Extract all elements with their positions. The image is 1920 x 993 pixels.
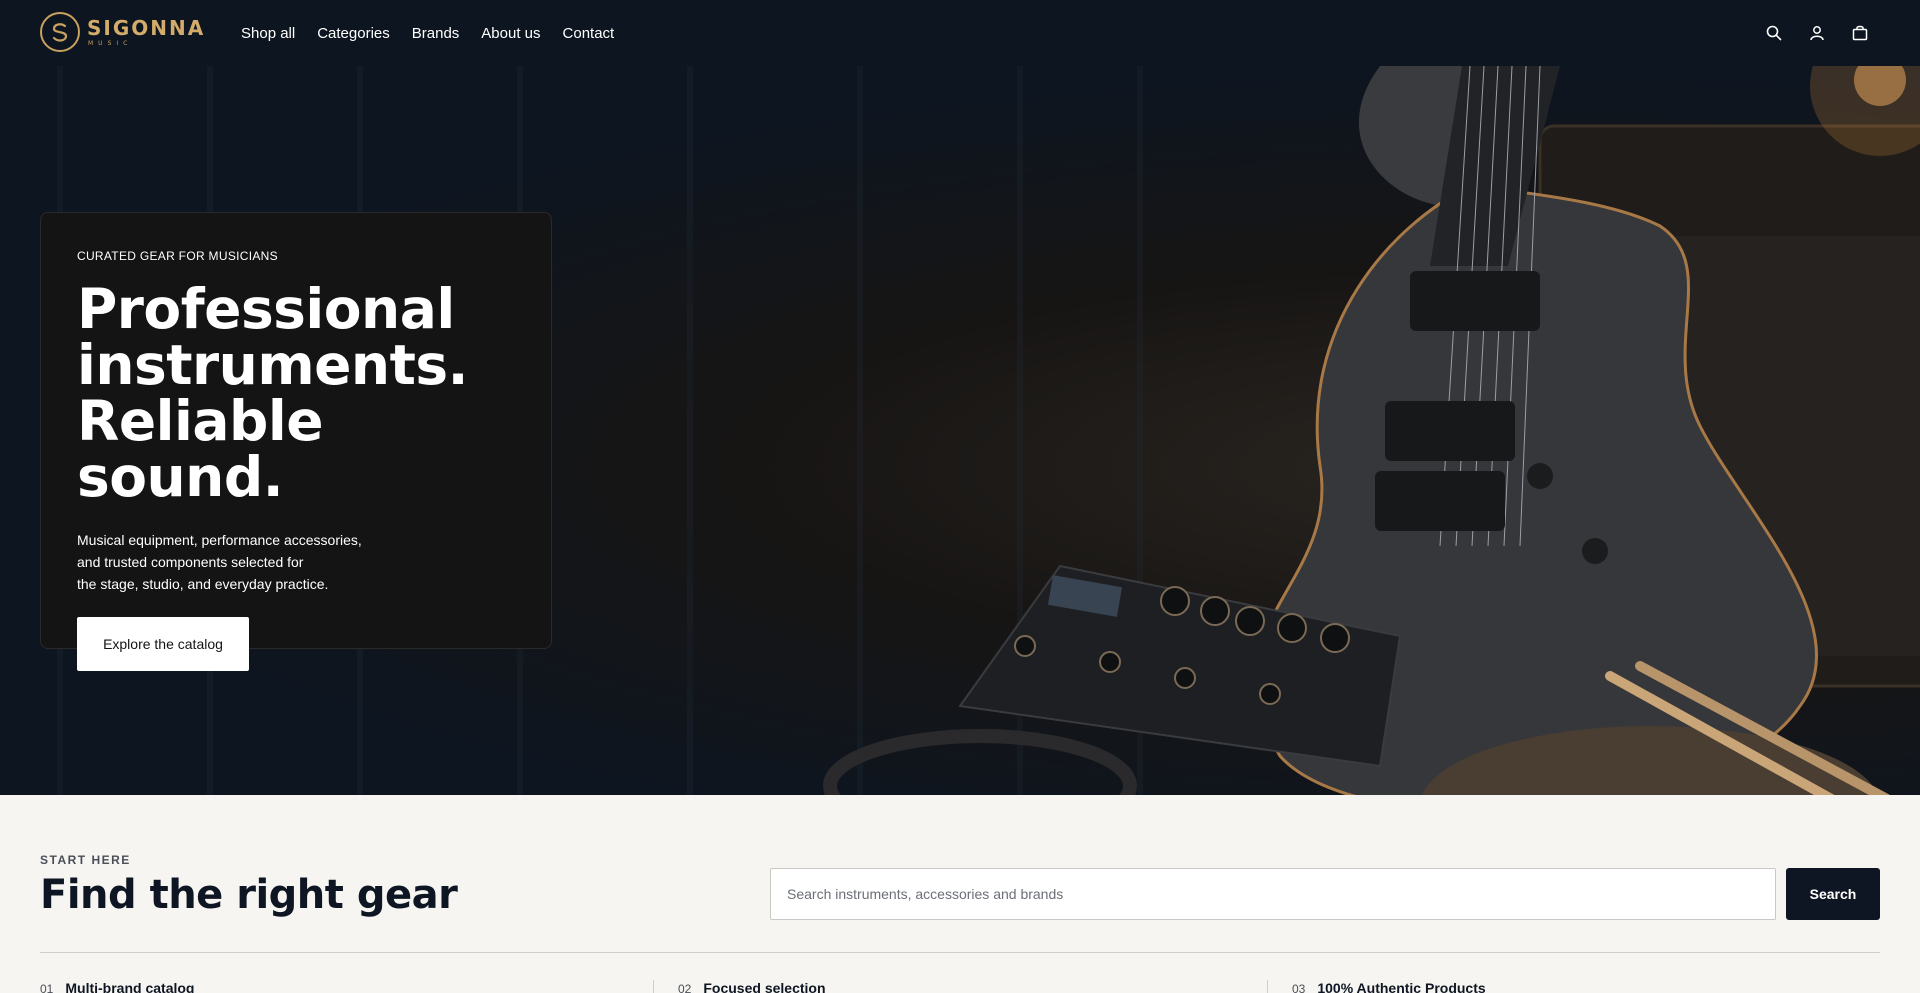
feature-item: 01 Multi-brand catalog bbox=[40, 980, 194, 993]
logo-mark-icon bbox=[40, 12, 80, 52]
nav-categories[interactable]: Categories bbox=[317, 25, 390, 42]
explore-catalog-button[interactable]: Explore the catalog bbox=[77, 617, 249, 671]
search-input[interactable] bbox=[770, 868, 1776, 920]
start-title: Find the right gear bbox=[40, 872, 458, 918]
brand-sub: MUSIC bbox=[88, 39, 133, 47]
account-icon[interactable] bbox=[1807, 23, 1827, 43]
hero-kicker: CURATED GEAR FOR MUSICIANS bbox=[77, 249, 278, 263]
hero-title-line1: Professional bbox=[77, 277, 455, 341]
start-kicker: START HERE bbox=[40, 853, 131, 867]
feature-item: 02 Focused selection bbox=[678, 980, 826, 993]
search-button[interactable]: Search bbox=[1786, 868, 1880, 920]
nav-about-us[interactable]: About us bbox=[481, 25, 540, 42]
feature-divider bbox=[1267, 980, 1268, 993]
nav-shop-all[interactable]: Shop all bbox=[241, 25, 295, 42]
site-header: SIGONNA MUSIC Shop all Categories Brands… bbox=[0, 0, 1920, 66]
feature-number: 02 bbox=[678, 982, 692, 993]
feature-number: 01 bbox=[40, 982, 54, 993]
feature-item: 03 100% Authentic Products bbox=[1292, 980, 1486, 993]
feature-divider bbox=[653, 980, 654, 993]
nav-brands[interactable]: Brands bbox=[412, 25, 460, 42]
hero-title-line3: Reliable sound. bbox=[77, 389, 324, 509]
feature-label: 100% Authentic Products bbox=[1317, 980, 1486, 993]
hero-desc-line2: and trusted components selected for bbox=[77, 554, 304, 570]
section-divider bbox=[40, 952, 1880, 953]
feature-label: Focused selection bbox=[703, 980, 826, 993]
search-icon[interactable] bbox=[1764, 23, 1784, 43]
main-nav: Shop all Categories Brands About us Cont… bbox=[241, 0, 636, 66]
hero-card: CURATED GEAR FOR MUSICIANS Professional … bbox=[40, 212, 552, 671]
hero-banner: CURATED GEAR FOR MUSICIANS Professional … bbox=[0, 66, 1920, 795]
brand-logo[interactable]: SIGONNA MUSIC bbox=[40, 12, 205, 52]
hero-title: Professional instruments. Reliable sound… bbox=[77, 281, 515, 505]
hero-title-line2: instruments. bbox=[77, 333, 469, 397]
brand-name: SIGONNA bbox=[87, 15, 206, 40]
hero-desc-line1: Musical equipment, performance accessori… bbox=[77, 532, 362, 548]
feature-label: Multi-brand catalog bbox=[65, 980, 195, 993]
bag-icon[interactable] bbox=[1850, 23, 1870, 43]
nav-contact[interactable]: Contact bbox=[563, 25, 615, 42]
feature-number: 03 bbox=[1292, 982, 1306, 993]
hero-description: Musical equipment, performance accessori… bbox=[77, 529, 397, 595]
hero-desc-line3: the stage, studio, and everyday practice… bbox=[77, 576, 329, 592]
